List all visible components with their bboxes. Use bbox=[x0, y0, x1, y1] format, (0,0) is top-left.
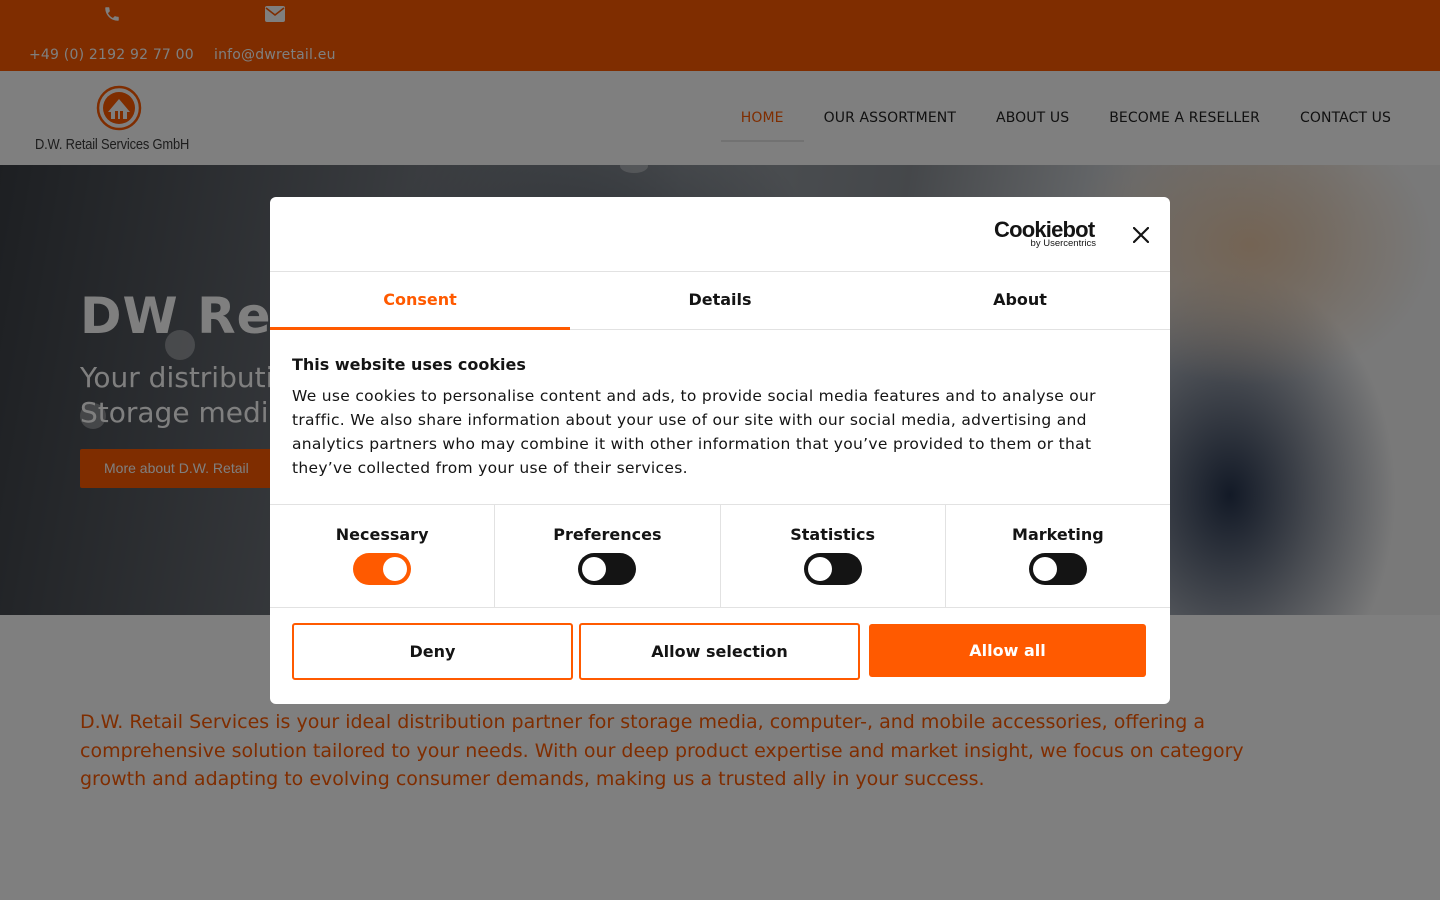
cookie-consent-dialog: Cookiebot by Usercentrics Consent Detail… bbox=[270, 197, 1170, 704]
toggle-knob bbox=[582, 557, 607, 581]
cookiebot-logo[interactable]: Cookiebot by Usercentrics bbox=[994, 217, 1098, 251]
toggle-knob bbox=[807, 557, 832, 581]
toggle-knob bbox=[1032, 557, 1057, 581]
toggle-label-necessary: Necessary bbox=[335, 525, 429, 544]
toggle-group-marketing: Marketing bbox=[946, 505, 1170, 607]
deny-button[interactable]: Deny bbox=[292, 623, 573, 680]
dialog-title: This website uses cookies bbox=[292, 355, 526, 374]
dialog-actions: Deny Allow selection Allow all bbox=[292, 623, 1148, 680]
marketing-toggle[interactable] bbox=[1028, 553, 1087, 585]
preferences-toggle[interactable] bbox=[578, 553, 637, 585]
toggle-group-statistics: Statistics bbox=[721, 505, 946, 607]
tab-consent[interactable]: Consent bbox=[270, 272, 570, 330]
toggle-label-statistics: Statistics bbox=[790, 525, 875, 544]
toggle-label-marketing: Marketing bbox=[1012, 525, 1104, 544]
necessary-toggle[interactable] bbox=[353, 553, 412, 585]
allow-selection-button[interactable]: Allow selection bbox=[579, 623, 860, 680]
dialog-header: Cookiebot by Usercentrics bbox=[270, 197, 1170, 272]
dialog-tabs: Consent Details About bbox=[270, 272, 1170, 330]
tab-about[interactable]: About bbox=[870, 272, 1170, 329]
toggle-knob bbox=[383, 557, 408, 581]
cookiebot-by-usercentrics: by Usercentrics bbox=[1030, 238, 1096, 249]
dialog-description: We use cookies to personalise content an… bbox=[292, 387, 1096, 477]
tab-details[interactable]: Details bbox=[570, 272, 870, 329]
allow-all-button[interactable]: Allow all bbox=[869, 624, 1146, 677]
toggle-group-necessary: Necessary bbox=[270, 505, 496, 607]
toggle-group-preferences: Preferences bbox=[495, 505, 721, 607]
close-icon[interactable] bbox=[1130, 224, 1152, 246]
statistics-toggle[interactable] bbox=[803, 553, 862, 585]
consent-toggles: Necessary Preferences Statistics Marketi… bbox=[270, 504, 1170, 608]
toggle-label-preferences: Preferences bbox=[553, 525, 662, 544]
dialog-body: This website uses cookies We use cookies… bbox=[292, 355, 1112, 480]
